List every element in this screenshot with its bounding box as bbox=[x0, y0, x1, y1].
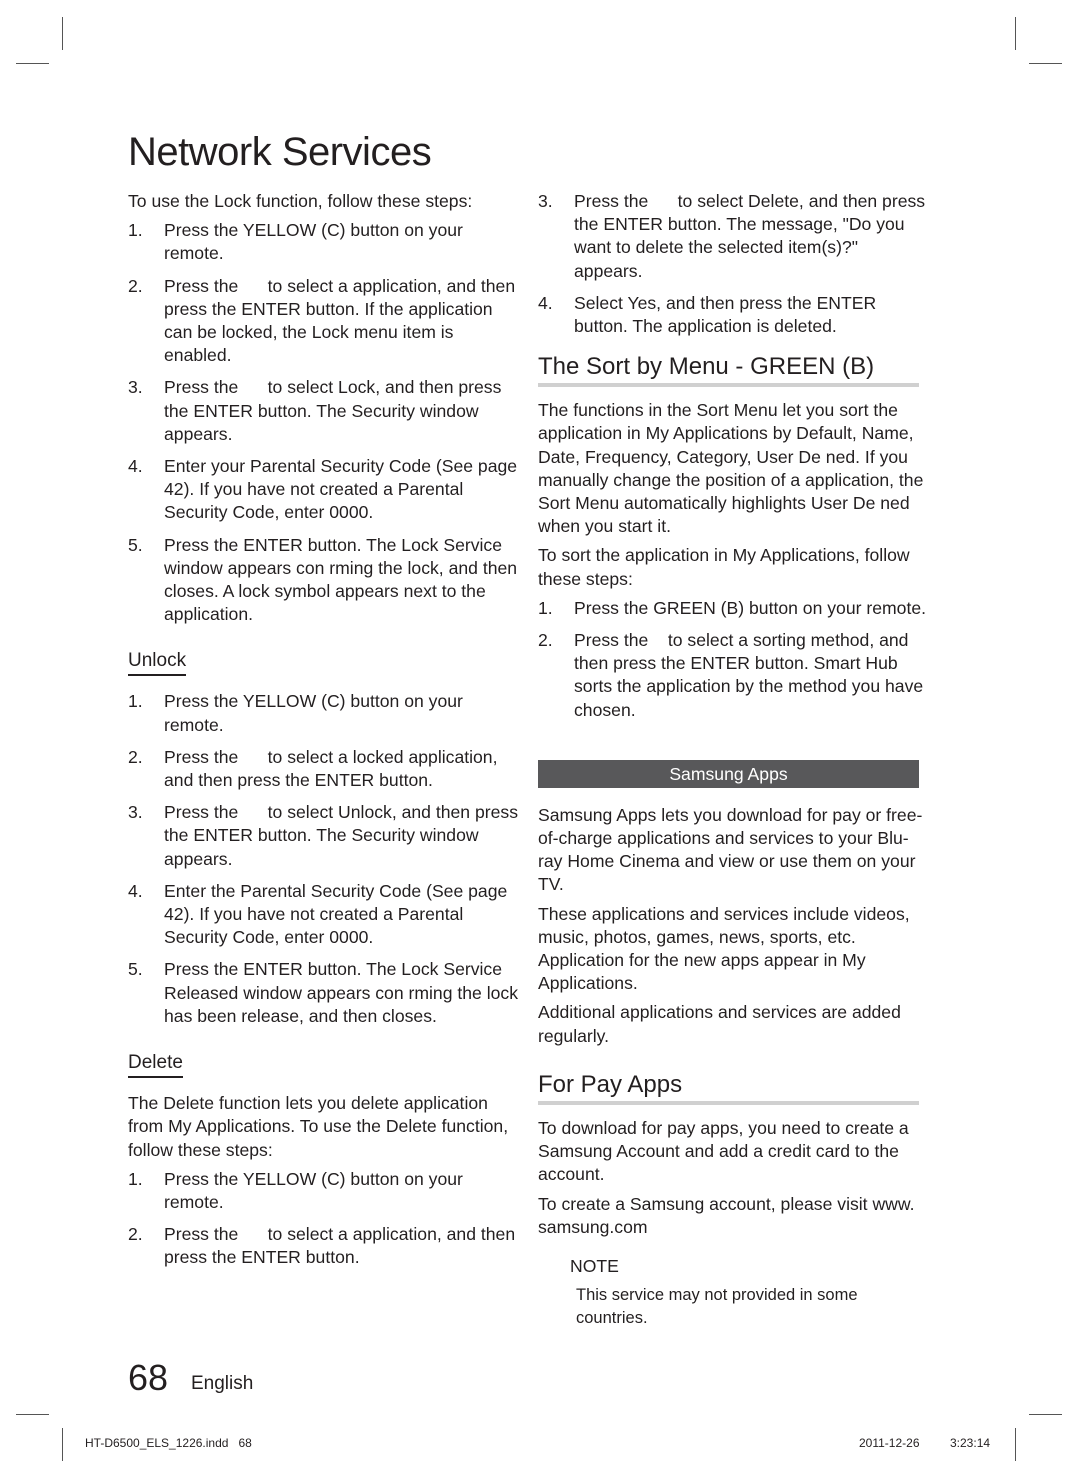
file-slug: HT-D6500_ELS_1226.indd 68 bbox=[85, 1436, 252, 1450]
left-column: To use the Lock function, follow these s… bbox=[128, 190, 524, 1279]
samsung-apps-paragraph: These applications and services include … bbox=[538, 903, 910, 994]
crop-mark bbox=[1015, 1428, 1016, 1461]
crop-mark bbox=[16, 1414, 49, 1415]
list-item: 4. Enter the Parental Security Code (See … bbox=[128, 880, 508, 948]
for-pay-heading: For Pay Apps bbox=[538, 1070, 919, 1105]
list-item: 2. Press the to select a application, and… bbox=[128, 1224, 521, 1268]
samsung-apps-paragraph: Additional applications and services are… bbox=[538, 1002, 901, 1046]
lock-intro: To use the Lock function, follow these s… bbox=[128, 191, 473, 211]
list-item: 5. Press the ENTER button. The Lock Servi… bbox=[128, 534, 518, 625]
list-item: 5. Press the ENTER button. The Lock Servi… bbox=[128, 959, 519, 1026]
samsung-apps-section-bar: Samsung Apps bbox=[538, 759, 919, 788]
list-item: 1. Press the YELLOW (C) button on your re… bbox=[128, 220, 463, 264]
unlock-heading: Unlock bbox=[128, 649, 187, 677]
for-pay-paragraph: To create a Samsung account, please visi… bbox=[538, 1193, 915, 1237]
delete-heading: Delete bbox=[128, 1051, 183, 1079]
print-time: 3:23:14 bbox=[950, 1436, 991, 1450]
note-text: This service may not provided in some co… bbox=[576, 1286, 858, 1328]
delete-steps-continued: 3. Press the to select Delete, and then p… bbox=[538, 190, 928, 338]
page-language: English bbox=[191, 1373, 254, 1394]
delete-intro: The Delete function lets you delete appl… bbox=[128, 1093, 509, 1160]
page-title: Network Services bbox=[128, 130, 432, 174]
list-item: 1. Press the YELLOW (C) button on your re… bbox=[128, 691, 463, 735]
unlock-steps: 1. Press the YELLOW (C) button on your re… bbox=[128, 690, 524, 1028]
sort-steps: 1. Press the GREEN (B) button on your rem… bbox=[538, 597, 928, 722]
list-item: 4. Select Yes, and then press the ENTER b… bbox=[538, 292, 877, 337]
sort-paragraph: The functions in the Sort Menu let you s… bbox=[538, 400, 924, 537]
for-pay-paragraph: To download for pay apps, you need to cr… bbox=[538, 1117, 909, 1185]
list-item: 2. Press the to select a application, and… bbox=[128, 275, 521, 366]
crop-mark bbox=[62, 1428, 63, 1461]
list-item: 3. Press the to select Lock, and then pre… bbox=[128, 377, 507, 444]
right-column: 3. Press the to select Delete, and then p… bbox=[538, 190, 928, 1330]
print-date: 2011-12-26 bbox=[859, 1436, 920, 1450]
lock-steps: 1. Press the YELLOW (C) button on your re… bbox=[128, 219, 524, 626]
sort-heading: The Sort by Menu - GREEN (B) bbox=[538, 352, 919, 388]
page-number: 68 bbox=[128, 1357, 169, 1398]
list-item: 4. Enter your Parental Security Code (See… bbox=[128, 456, 518, 523]
crop-mark bbox=[1029, 63, 1062, 64]
crop-mark bbox=[62, 17, 63, 50]
sort-paragraph: To sort the application in My Applicatio… bbox=[538, 545, 910, 589]
list-item: 2. Press the to select a locked applicati… bbox=[128, 746, 503, 791]
list-item: 1. Press the GREEN (B) button on your rem… bbox=[538, 597, 927, 618]
list-item: 3. Press the to select Unlock, and then p… bbox=[128, 802, 523, 869]
crop-mark bbox=[1015, 17, 1016, 50]
samsung-apps-paragraph: Samsung Apps lets you download for pay o… bbox=[538, 804, 923, 895]
note-label: NOTE bbox=[570, 1255, 619, 1276]
delete-steps: 1. Press the YELLOW (C) button on your re… bbox=[128, 1168, 524, 1270]
list-item: 3. Press the to select Delete, and then p… bbox=[538, 191, 930, 281]
crop-mark bbox=[1029, 1414, 1062, 1415]
list-item: 1. Press the YELLOW (C) button on your re… bbox=[128, 1168, 463, 1212]
list-item: 2. Press the to select a sorting method, … bbox=[538, 630, 929, 720]
crop-mark bbox=[16, 63, 49, 64]
